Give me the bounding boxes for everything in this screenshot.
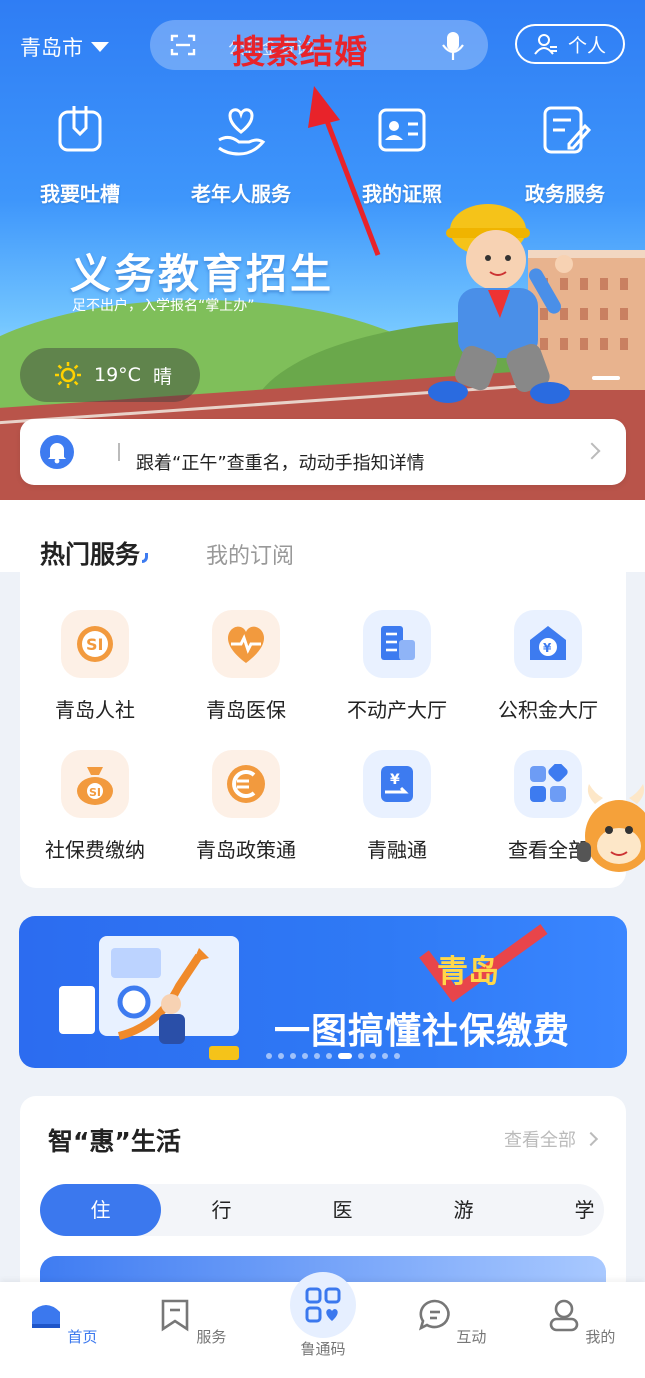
scan-icon[interactable] [170, 33, 196, 57]
elderly-care-icon [218, 108, 266, 156]
notice-bar[interactable]: 跟着“正午”查重名，动动手指知详情 [20, 419, 626, 485]
carousel-indicator [266, 1053, 400, 1059]
service-social-insurance-payment[interactable]: SI 社保费缴纳 [20, 750, 170, 863]
bell-icon [40, 435, 74, 469]
service-qingdao-hr[interactable]: SI 青岛人社 [20, 610, 170, 723]
promo-title-top: 青岛 [437, 954, 499, 990]
smart-life-section: 智“惠”生活 查看全部 住 行 医 游 学 [20, 1096, 626, 1296]
hero-banner-subtitle: 足不出户，入学报名“掌上办” [72, 298, 255, 314]
mascot-floating-button[interactable] [575, 780, 645, 880]
nav-label: 鲁通码 [300, 1340, 346, 1358]
finance-icon: ¥ [363, 750, 431, 818]
service-label: 公积金大厅 [498, 698, 598, 722]
qr-code-button[interactable] [290, 1272, 356, 1338]
notice-text: 跟着“正午”查重名，动动手指知详情 [136, 453, 425, 474]
service-label: 青岛人社 [55, 698, 135, 722]
user-icon [549, 1299, 578, 1332]
svg-text:¥: ¥ [543, 641, 552, 655]
nav-interaction[interactable]: 互动 [402, 1298, 502, 1347]
nav-label: 我的 [585, 1328, 616, 1346]
promo-illustration [59, 936, 239, 1060]
personal-label: 个人 [567, 34, 606, 57]
life-category-tabs: 住 行 医 游 学 [40, 1184, 604, 1236]
tab-medical[interactable]: 医 [282, 1184, 403, 1236]
qr-code-icon [305, 1287, 341, 1323]
carousel-indicator [592, 376, 620, 380]
complaint-icon [58, 106, 102, 152]
tab-hot-services-label: 热门服务 [40, 540, 141, 569]
chevron-right-icon [583, 1131, 599, 1147]
home-icon [31, 1305, 60, 1328]
chevron-right-icon [583, 442, 601, 460]
service-label: 青岛医保 [206, 698, 286, 722]
service-qingrongtong[interactable]: ¥ 青融通 [322, 750, 472, 863]
service-qingdao-medical[interactable]: 青岛医保 [171, 610, 321, 723]
svg-text:SI: SI [89, 786, 101, 799]
section-title: 智“惠”生活 [48, 1127, 181, 1156]
student-illustration [428, 204, 573, 404]
quick-action-my-certificates[interactable]: 我的证照 [322, 104, 482, 207]
real-estate-icon [363, 610, 431, 678]
service-real-estate[interactable]: 不动产大厅 [322, 610, 472, 723]
nav-label: 互动 [456, 1328, 487, 1346]
personal-toggle-button[interactable]: 个人 [515, 24, 625, 64]
service-policy[interactable]: 青岛政策通 [171, 750, 321, 863]
government-service-icon [543, 106, 592, 154]
quick-action-label: 政务服务 [525, 182, 605, 206]
money-bag-icon: SI [61, 750, 129, 818]
tab-education[interactable]: 学 [524, 1184, 645, 1236]
medical-insurance-icon [212, 610, 280, 678]
nav-home[interactable]: 首页 [13, 1298, 113, 1347]
nav-mine[interactable]: 我的 [531, 1298, 631, 1347]
service-housing-fund[interactable]: ¥ 公积金大厅 [473, 610, 623, 723]
grid-icon [514, 750, 582, 818]
tab-travel[interactable]: 行 [161, 1184, 282, 1236]
svg-text:SI: SI [86, 635, 103, 654]
tab-my-subscriptions[interactable]: 我的订阅 [206, 538, 294, 570]
sun-icon [55, 362, 81, 388]
city-label: 青岛市 [20, 36, 83, 60]
nav-lutongma[interactable]: 鲁通码 [273, 1338, 373, 1359]
chevron-down-icon [91, 42, 109, 52]
weather-temperature: 19°C [94, 364, 141, 386]
tab-active-indicator [142, 553, 149, 563]
user-switch-icon [534, 34, 557, 55]
hero-banner-title[interactable]: 义务教育招生 [70, 240, 334, 300]
quick-action-label: 我的证照 [362, 182, 442, 206]
housing-fund-icon: ¥ [514, 610, 582, 678]
promo-banner[interactable]: 青岛 一图搞懂社保缴费 [19, 916, 627, 1068]
quick-action-government-service[interactable]: 政务服务 [485, 104, 645, 207]
nav-label: 首页 [67, 1328, 98, 1346]
city-selector[interactable]: 青岛市 [20, 32, 109, 62]
weather-widget[interactable]: 19°C 晴 [20, 348, 200, 402]
view-all-label: 查看全部 [504, 1130, 576, 1151]
service-label: 不动产大厅 [347, 698, 447, 722]
tab-hot-services[interactable]: 热门服务 [40, 535, 149, 571]
tab-housing[interactable]: 住 [40, 1184, 161, 1236]
quick-action-elderly[interactable]: 老年人服务 [161, 104, 321, 207]
annotation-text: 搜索结婚 [232, 32, 368, 71]
nav-label: 服务 [196, 1328, 227, 1346]
notice-divider [118, 443, 120, 461]
social-security-icon: SI [61, 610, 129, 678]
microphone-icon[interactable] [440, 30, 466, 62]
service-label: 青融通 [367, 838, 427, 862]
promo-title: 一图搞懂社保缴费 [274, 1011, 571, 1052]
weather-condition: 晴 [152, 365, 172, 388]
quick-action-complaint[interactable]: 我要吐槽 [0, 104, 160, 207]
nav-services[interactable]: 服务 [142, 1298, 242, 1347]
service-label: 社保费缴纳 [45, 838, 145, 862]
chat-icon [418, 1299, 450, 1331]
policy-icon [212, 750, 280, 818]
id-card-icon [378, 108, 426, 152]
quick-action-label: 老年人服务 [191, 182, 291, 206]
view-all-link[interactable]: 查看全部 [504, 1126, 599, 1152]
quick-action-label: 我要吐槽 [40, 182, 120, 206]
svg-text:¥: ¥ [390, 772, 400, 788]
bottom-navigation: 首页 服务 鲁通码 互动 我的 [0, 1272, 645, 1378]
service-label: 青岛政策通 [196, 838, 296, 862]
tab-tourism[interactable]: 游 [403, 1184, 524, 1236]
bookmark-icon [161, 1299, 188, 1332]
